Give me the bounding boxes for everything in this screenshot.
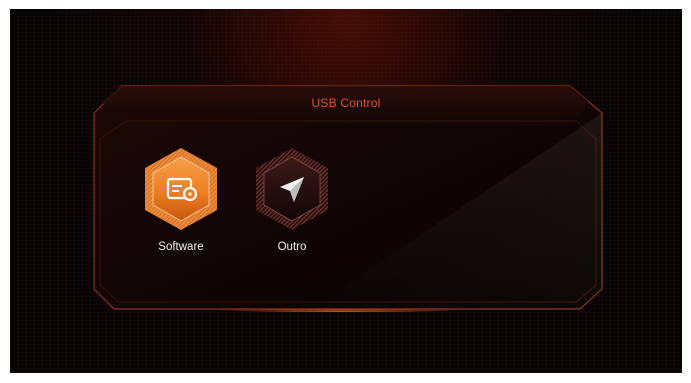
app-software-label: Software [158,241,204,253]
software-disk-icon [145,148,217,230]
panel-title: USB Control [311,96,381,110]
app-software[interactable]: Software [121,146,241,253]
tv-screen: USB Control Software Outro [10,9,682,373]
app-outro-label: Outro [277,241,307,253]
send-arrow-icon [256,148,328,230]
app-outro[interactable]: Outro [232,146,352,253]
